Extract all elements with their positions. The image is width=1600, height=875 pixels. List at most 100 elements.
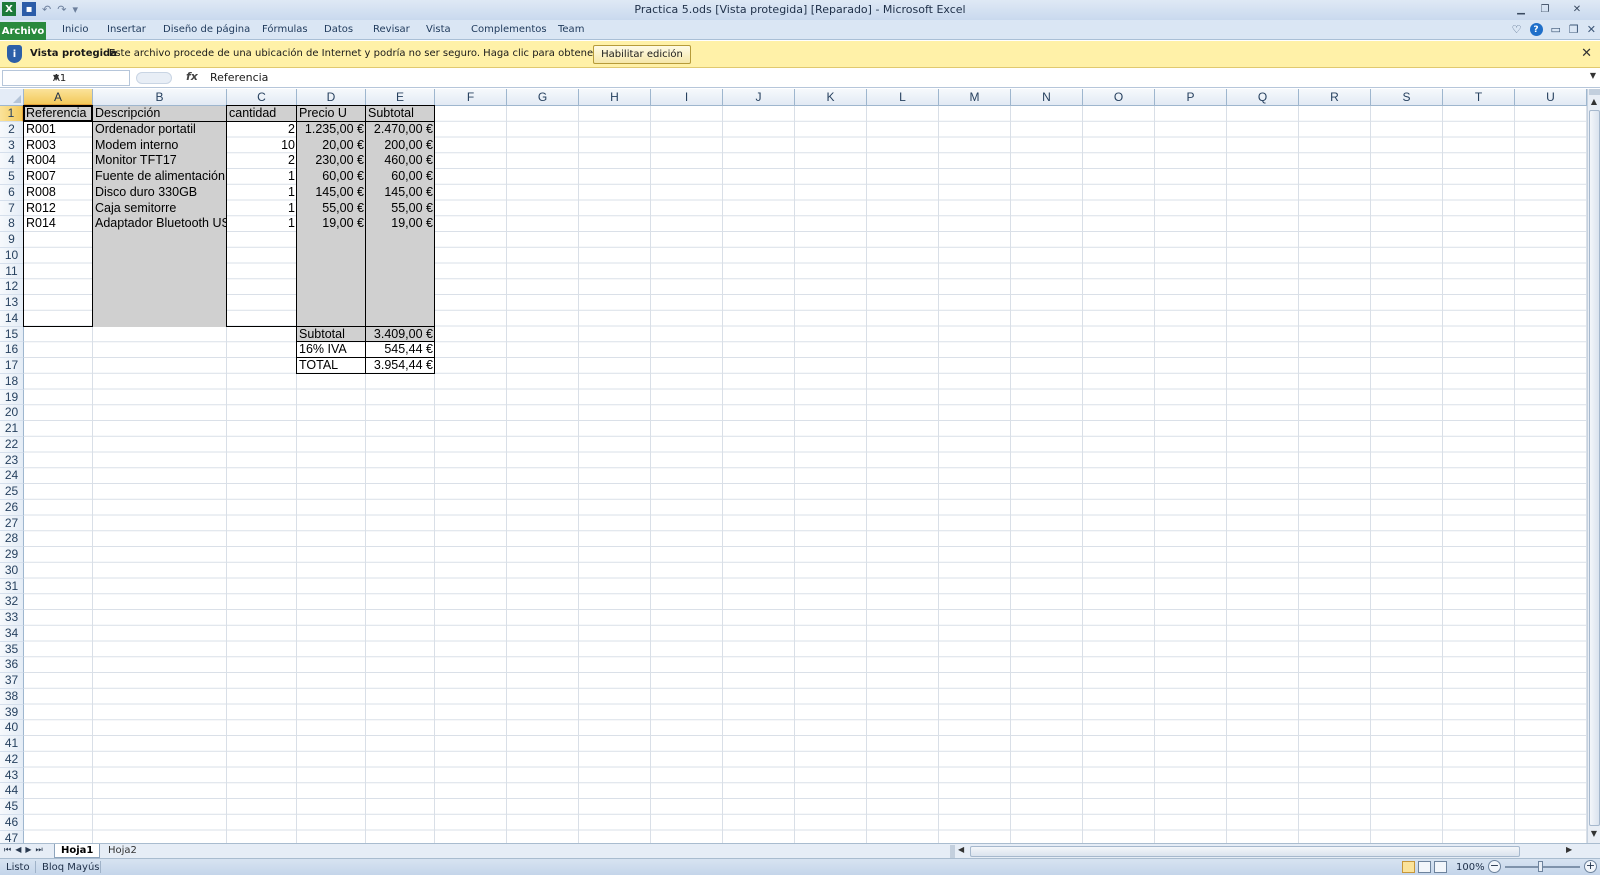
prev-sheet-icon[interactable]: ◀: [15, 845, 21, 855]
page-layout-view-icon[interactable]: [1418, 861, 1431, 873]
cell-desc[interactable]: Caja semitorre: [93, 201, 227, 217]
cell-total-value[interactable]: 3.954,44 €: [366, 358, 435, 374]
cell-desc[interactable]: Modem interno: [93, 138, 227, 154]
scroll-down-icon[interactable]: ▼: [1588, 829, 1600, 841]
cell-ref[interactable]: R004: [24, 153, 93, 169]
row-header[interactable]: 18: [0, 373, 24, 390]
sheet-tab-hoja1[interactable]: Hoja1: [54, 844, 101, 858]
header-cell-cantidad[interactable]: cantidad: [227, 106, 297, 122]
row-header[interactable]: 23: [0, 452, 24, 469]
row-header[interactable]: 11: [0, 263, 24, 280]
column-header[interactable]: H: [579, 89, 651, 106]
zoom-out-icon[interactable]: −: [1488, 860, 1501, 873]
row-header[interactable]: 42: [0, 751, 24, 768]
cell-ref[interactable]: R007: [24, 169, 93, 185]
row-header[interactable]: 47: [0, 830, 24, 843]
cell-price[interactable]: 230,00 €: [297, 153, 366, 169]
column-header[interactable]: L: [867, 89, 939, 106]
row-header[interactable]: 2: [0, 121, 24, 138]
scroll-right-icon[interactable]: ▶: [1566, 845, 1572, 854]
next-sheet-icon[interactable]: ▶: [25, 845, 31, 855]
column-header[interactable]: I: [651, 89, 723, 106]
tab-revisar[interactable]: Revisar: [373, 24, 410, 35]
restore-icon[interactable]: ❐: [1534, 1, 1556, 17]
tab-vista[interactable]: Vista: [426, 24, 451, 35]
cell-qty[interactable]: 1: [227, 169, 297, 185]
column-header[interactable]: E: [366, 89, 435, 106]
close-workbook-icon[interactable]: ✕: [1587, 23, 1596, 36]
select-all-corner[interactable]: [0, 89, 24, 106]
row-header[interactable]: 41: [0, 736, 24, 752]
row-header[interactable]: 31: [0, 578, 24, 595]
cell-subtotal[interactable]: 19,00 €: [366, 216, 435, 232]
row-header[interactable]: 10: [0, 247, 24, 264]
row-header[interactable]: 27: [0, 515, 24, 532]
cell-ref[interactable]: R012: [24, 201, 93, 217]
tab-file[interactable]: Archivo: [0, 22, 46, 40]
cell-qty[interactable]: 1: [227, 201, 297, 217]
cell-total-label[interactable]: 16% IVA: [297, 342, 366, 358]
cell-subtotal[interactable]: 60,00 €: [366, 169, 435, 185]
tab-insertar[interactable]: Insertar: [107, 24, 146, 35]
row-header[interactable]: 22: [0, 436, 24, 453]
name-box[interactable]: A1 ▼: [2, 70, 130, 86]
cell-subtotal[interactable]: 2.470,00 €: [366, 122, 435, 138]
header-cell-precio[interactable]: Precio U: [297, 106, 366, 122]
column-header[interactable]: A: [24, 89, 93, 106]
row-header[interactable]: 36: [0, 657, 24, 673]
cell-desc[interactable]: Ordenador portatil: [93, 122, 227, 138]
tab-diseno-de-pagina[interactable]: Diseño de página: [163, 24, 250, 35]
row-header[interactable]: 15: [0, 326, 24, 343]
row-header[interactable]: 14: [0, 310, 24, 327]
first-sheet-icon[interactable]: ⏮: [4, 845, 11, 855]
column-header[interactable]: P: [1155, 89, 1227, 106]
column-header[interactable]: J: [723, 89, 795, 106]
cell-qty[interactable]: 2: [227, 153, 297, 169]
tab-formulas[interactable]: Fórmulas: [262, 24, 308, 35]
row-header[interactable]: 21: [0, 421, 24, 437]
column-header[interactable]: C: [227, 89, 297, 106]
resize-grip[interactable]: [136, 72, 172, 84]
expand-formula-bar-icon[interactable]: ▼: [1590, 71, 1596, 80]
column-header[interactable]: S: [1371, 89, 1443, 106]
cell-qty[interactable]: 1: [227, 185, 297, 201]
scroll-thumb[interactable]: [970, 846, 1520, 857]
last-sheet-icon[interactable]: ⏭: [36, 845, 43, 855]
cell-desc[interactable]: Adaptador Bluetooth USB: [93, 216, 227, 232]
row-header[interactable]: 39: [0, 704, 24, 721]
column-header[interactable]: R: [1299, 89, 1371, 106]
scroll-up-icon[interactable]: ▲: [1588, 97, 1600, 109]
row-header[interactable]: 7: [0, 200, 24, 217]
cell-desc[interactable]: Monitor TFT17: [93, 153, 227, 169]
row-header[interactable]: 38: [0, 688, 24, 705]
row-header[interactable]: 20: [0, 405, 24, 421]
cells-area[interactable]: Referencia Descripción cantidad Precio U Sub…: [23, 105, 1587, 843]
cell-price[interactable]: 60,00 €: [297, 169, 366, 185]
row-header[interactable]: 40: [0, 720, 24, 736]
row-header[interactable]: 34: [0, 625, 24, 642]
split-handle[interactable]: [1589, 89, 1600, 95]
column-header[interactable]: G: [507, 89, 579, 106]
row-header[interactable]: 30: [0, 562, 24, 579]
cell-total-label[interactable]: Subtotal: [297, 327, 366, 343]
row-header[interactable]: 12: [0, 279, 24, 295]
row-header[interactable]: 45: [0, 799, 24, 815]
column-header[interactable]: T: [1443, 89, 1515, 106]
horizontal-scrollbar[interactable]: ◀ ▶: [950, 845, 1572, 858]
row-header[interactable]: 43: [0, 767, 24, 784]
formula-input[interactable]: Referencia: [210, 71, 268, 84]
row-header[interactable]: 3: [0, 137, 24, 154]
minimize-icon[interactable]: ▁: [1510, 1, 1532, 17]
chevron-down-icon[interactable]: ▼: [53, 73, 125, 82]
sheet-tab-hoja2[interactable]: Hoja2: [100, 844, 145, 858]
minimize-workbook-icon[interactable]: ▭: [1551, 23, 1561, 36]
cell-ref[interactable]: R014: [24, 216, 93, 232]
row-header[interactable]: 37: [0, 673, 24, 689]
cell-qty[interactable]: 1: [227, 216, 297, 232]
row-header[interactable]: 6: [0, 184, 24, 201]
enable-editing-button[interactable]: Habilitar edición: [593, 45, 691, 64]
scroll-thumb[interactable]: [1589, 110, 1600, 826]
cell-qty[interactable]: 10: [227, 138, 297, 154]
header-cell-referencia[interactable]: Referencia: [24, 106, 93, 122]
column-header[interactable]: Q: [1227, 89, 1299, 106]
